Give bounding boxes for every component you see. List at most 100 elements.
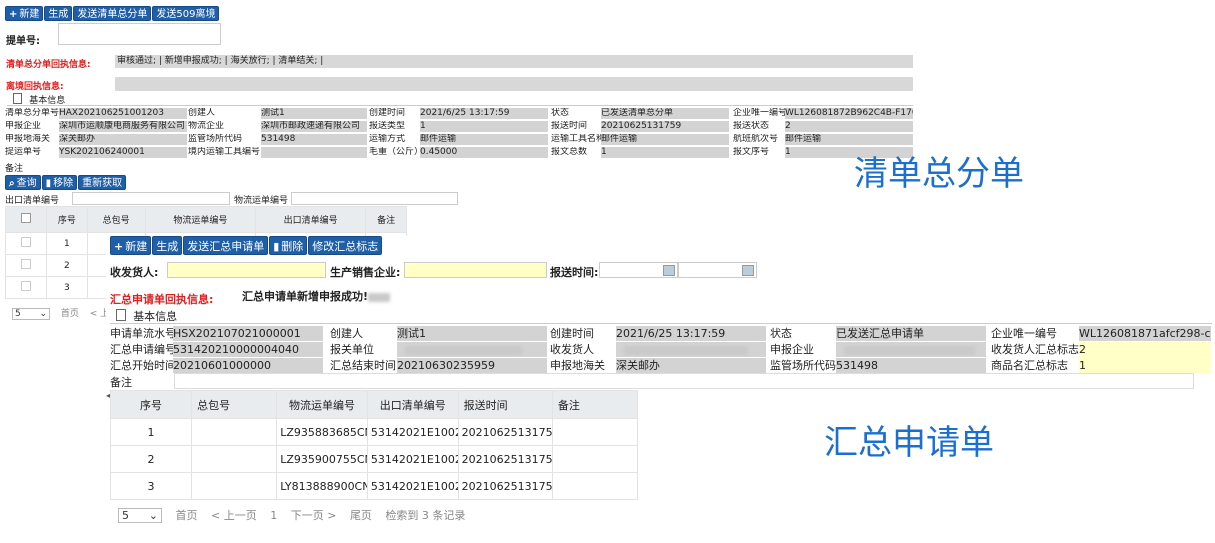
field-value <box>616 342 766 357</box>
field-label: 申请单流水号 <box>110 327 173 340</box>
calendar-icon[interactable] <box>742 265 754 276</box>
field-value: HSX202107021000001 <box>173 326 323 341</box>
remove-button[interactable]: ▮ 移除 <box>41 175 78 190</box>
producer-label: 生产销售企业: <box>330 266 401 279</box>
consignor-input[interactable] <box>167 262 326 278</box>
row-checkbox[interactable] <box>21 237 31 247</box>
field-label: 监管场所代码 <box>188 134 243 144</box>
chevron-down-icon: ⌄ <box>39 309 47 319</box>
new-button[interactable]: + 新建 <box>5 6 44 21</box>
current-page: 1 <box>270 509 278 522</box>
delete-button[interactable]: ▮ 删除 <box>269 236 308 255</box>
send-time-end-input[interactable] <box>678 262 757 278</box>
row-checkbox[interactable] <box>21 259 31 269</box>
calendar-icon[interactable] <box>663 265 675 276</box>
field-label: 状态 <box>551 108 570 118</box>
field-value: 2021/6/25 13:17:59 <box>420 108 548 119</box>
send-summary-application-button[interactable]: 发送汇总申请单 <box>183 236 269 255</box>
table-cell <box>551 445 639 473</box>
field-value: 深圳市邮政速递有限公司 <box>261 121 367 132</box>
field-label: 清单总分单号 <box>5 108 59 118</box>
page-size-select[interactable]: 5 ⌄ <box>12 308 50 320</box>
producer-input[interactable] <box>404 262 547 278</box>
table-cell: 53142021E10022 <box>366 445 459 473</box>
next-page-link[interactable]: 下一页 > <box>291 509 337 522</box>
field-label: 报送状态 <box>733 121 770 131</box>
field-label: 汇总结束时间 <box>330 359 396 372</box>
redacted-text <box>405 345 522 355</box>
departure-value <box>115 77 913 91</box>
generate-button[interactable]: 生成 <box>152 236 183 255</box>
field-value: 邮件运输 <box>601 134 729 145</box>
table-row[interactable]: 1 LZ935883685CN53142021E10022202106251317… <box>109 418 639 446</box>
table-cell: 20210625131759 <box>457 445 553 473</box>
field-label: 申报地海关 <box>5 134 51 144</box>
table-cell <box>191 472 278 500</box>
bill-no-input[interactable] <box>58 23 221 45</box>
generate-button[interactable]: 生成 <box>44 6 73 21</box>
export-bill-input[interactable] <box>72 192 230 205</box>
table-cell: 20210625131759 <box>457 472 553 500</box>
table-row[interactable]: 2 LZ935900755CN53142021E10022202106251317… <box>109 445 639 473</box>
trash-icon: ▮ <box>45 178 52 189</box>
field-label: 报送类型 <box>369 121 406 131</box>
panel2-table: 序号 总包号 物流运单编号 出口清单编号 报送时间 备注 1 LZ93588368… <box>109 390 639 500</box>
summary-application-panel: + 新建 生成 发送汇总申请单 ▮ 删除 修改汇总标志 收发货人: 生产销售企业: 报送时间… <box>106 236 1215 543</box>
first-page-link[interactable]: 首页 <box>61 309 79 319</box>
search-icon: ⌕ <box>9 178 15 189</box>
chevron-down-icon: ⌄ <box>148 509 158 522</box>
send-509-button[interactable]: 发送509离境 <box>152 6 220 21</box>
plus-icon: + <box>9 9 18 20</box>
new-button[interactable]: + 新建 <box>110 236 152 255</box>
col-header: 备注 <box>365 206 407 233</box>
prev-page-link[interactable]: < 上一页 <box>211 509 257 522</box>
row-index: 2 <box>46 254 88 277</box>
field-value <box>397 342 547 357</box>
table-cell <box>551 472 639 500</box>
col-header: 报送时间 <box>457 390 553 419</box>
field-label: 汇总申请编号 <box>110 343 173 356</box>
receipt-label: 清单总分单回执信息: <box>6 60 91 70</box>
field-label: 申报企业 <box>770 343 814 356</box>
modify-flag-button[interactable]: 修改汇总标志 <box>308 236 383 255</box>
field-value: 531498 <box>836 358 986 373</box>
first-page-link[interactable]: 首页 <box>176 509 198 522</box>
field-label: 收发货人 <box>550 343 594 356</box>
field-value: 20210601000000 <box>173 358 323 373</box>
logistics-label: 物流运单编号 <box>234 196 289 206</box>
remark-label: 备注 <box>5 164 24 174</box>
page-size-select[interactable]: 5 ⌄ <box>118 508 162 523</box>
table-cell: 3 <box>109 472 193 500</box>
field-label: 运输工具名称 <box>551 134 601 144</box>
field-value <box>261 147 367 158</box>
col-header: 序号 <box>46 206 88 233</box>
document-icon <box>13 93 22 104</box>
caption-summary-application: 汇总申请单 <box>824 423 994 463</box>
last-page-link[interactable]: 尾页 <box>350 509 372 522</box>
field-value: 已发送清单总分单 <box>601 108 729 119</box>
field-value: 20210625131759 <box>601 121 729 132</box>
receipt-value: 汇总申请单新增申报成功! <box>242 288 391 304</box>
row-checkbox[interactable] <box>21 281 31 291</box>
field-value: 2 <box>1079 342 1211 357</box>
field-value: 深关邮办 <box>616 358 766 373</box>
field-value: 0.45000 <box>420 147 548 158</box>
send-summary-button[interactable]: 发送清单总分单 <box>73 6 152 21</box>
field-value: 测试1 <box>261 108 367 119</box>
table-row[interactable]: 3 LY813888900CN53142021E10020202106251317… <box>109 472 639 500</box>
section-title: 基本信息 <box>133 310 178 323</box>
select-all-checkbox-cell <box>5 206 47 233</box>
refetch-button[interactable]: 重新获取 <box>78 175 127 190</box>
field-label: 航班航次号 <box>733 134 779 144</box>
remark-input[interactable] <box>174 373 1194 389</box>
field-label: 创建人 <box>330 327 363 340</box>
table-cell: 53142021E10020 <box>366 472 459 500</box>
send-time-start-input[interactable] <box>599 262 678 278</box>
logistics-input[interactable] <box>291 192 458 205</box>
col-header: 总包号 <box>86 206 146 233</box>
select-all-checkbox[interactable] <box>21 213 31 223</box>
field-value: 531420210000004040 <box>173 342 323 357</box>
remark-label: 备注 <box>110 376 132 389</box>
query-button[interactable]: ⌕ 查询 <box>5 175 41 190</box>
row-index: 3 <box>46 276 88 299</box>
